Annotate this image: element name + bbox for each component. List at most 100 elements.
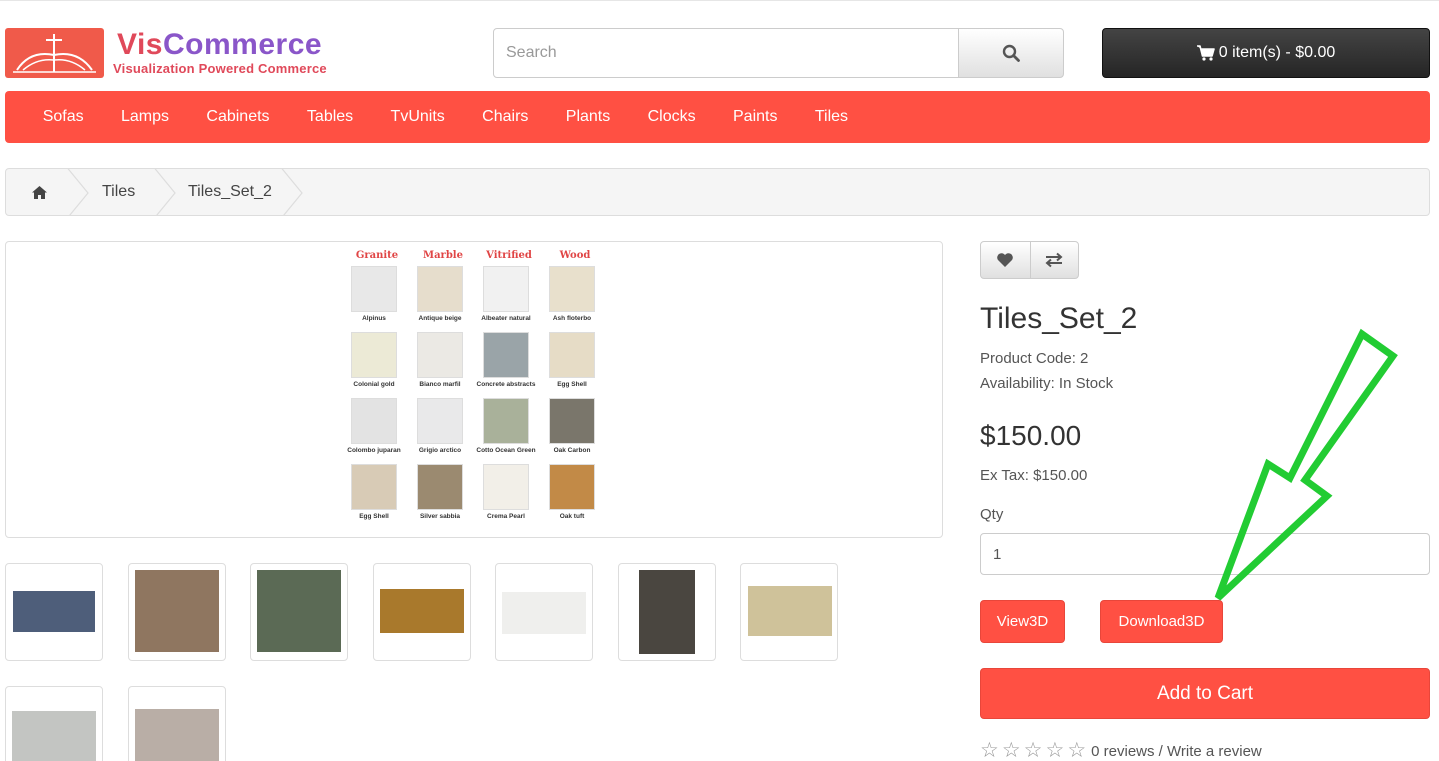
- tile-column-header: Wood: [559, 250, 591, 261]
- tile-swatch-label: Ash floterbo: [552, 315, 592, 322]
- tile-swatch: [549, 398, 595, 444]
- download3d-button[interactable]: Download3D: [1100, 600, 1223, 643]
- tile-swatch-label: Crema Pearl: [487, 513, 525, 520]
- site-logo[interactable]: VisCommerce Visualization Powered Commer…: [5, 28, 335, 78]
- tile-swatch-label: Cotto Ocean Green: [476, 447, 536, 454]
- logo-title-part1: Vis: [117, 28, 163, 61]
- search-button[interactable]: [958, 28, 1064, 78]
- tile-column-header: Vitrified: [486, 250, 532, 261]
- thumbnail[interactable]: [495, 563, 593, 661]
- compare-button[interactable]: [1029, 242, 1079, 278]
- tile-swatch: [417, 332, 463, 378]
- thumbnail-image: [502, 592, 586, 634]
- thumbnail[interactable]: [618, 563, 716, 661]
- tile-swatch-label: Egg Shell: [359, 513, 389, 520]
- cart-button[interactable]: 0 item(s) - $0.00: [1102, 28, 1430, 78]
- tile-swatch-label: Albeater natural: [481, 315, 531, 322]
- tile-swatch-label: Concrete abstracts: [476, 381, 536, 388]
- thumbnail-image: [639, 570, 695, 654]
- thumbnail-image: [380, 589, 464, 633]
- menu-item-chairs[interactable]: Chairs: [463, 108, 547, 126]
- tile-swatch: [417, 266, 463, 312]
- add-to-wishlist-button[interactable]: [981, 242, 1030, 278]
- thumbnail[interactable]: [373, 563, 471, 661]
- product-ex-tax: Ex Tax: $150.00: [980, 467, 1088, 484]
- product-title: Tiles_Set_2: [980, 302, 1138, 335]
- tile-swatch-label: Antique beige: [418, 315, 462, 322]
- logo-emblem: [5, 28, 104, 78]
- thumbnail-image: [748, 586, 832, 636]
- tile-swatch: [483, 332, 529, 378]
- main-product-image[interactable]: Granite Marble Vitrified Wood Alpinus Antique…: [5, 241, 943, 538]
- thumbnail[interactable]: [128, 563, 226, 661]
- annotation-arrow-icon: [1214, 328, 1398, 601]
- tile-swatch: [483, 266, 529, 312]
- tile-swatch-label: Colombo juparan: [347, 447, 401, 454]
- menu-item-plants[interactable]: Plants: [547, 108, 629, 126]
- star-icon: ☆: [1067, 739, 1087, 761]
- breadcrumb-item-current[interactable]: Tiles_Set_2: [188, 169, 272, 215]
- tile-swatch-label: Silver sabbia: [419, 513, 461, 520]
- tile-swatch-label: Alpinus: [362, 315, 386, 322]
- thumbnail[interactable]: [250, 563, 348, 661]
- logo-title-part2: Commerce: [163, 28, 323, 61]
- top-border: [0, 0, 1439, 3]
- add-to-cart-button[interactable]: Add to Cart: [980, 668, 1430, 719]
- breadcrumb-item-tiles[interactable]: Tiles: [102, 169, 135, 215]
- tile-swatch-label: Bianco marfil: [419, 381, 461, 388]
- product-rating: ☆ ☆ ☆ ☆ ☆ 0 reviews / Write a review: [980, 739, 1262, 761]
- product-availability: Availability: In Stock: [980, 375, 1114, 392]
- wishlist-compare-group: [980, 241, 1079, 279]
- tile-column-header: Marble: [423, 250, 463, 261]
- star-icon: ☆: [980, 739, 999, 761]
- category-menu: Sofas Lamps Cabinets Tables TvUnits Chai…: [5, 91, 1430, 143]
- menu-item-clocks[interactable]: Clocks: [629, 108, 714, 126]
- tile-swatch: [351, 464, 397, 510]
- qty-label: Qty: [980, 506, 1004, 523]
- cart-label: 0 item(s) - $0.00: [1218, 44, 1336, 61]
- tile-swatch-label: Oak tuft: [559, 513, 585, 520]
- tile-swatch: [549, 464, 595, 510]
- thumbnail-image: [12, 711, 96, 761]
- menu-item-sofas[interactable]: Sofas: [24, 108, 102, 126]
- menu-item-paints[interactable]: Paints: [714, 108, 796, 126]
- thumbnail-image: [135, 570, 219, 652]
- heart-icon: [997, 253, 1014, 267]
- tile-swatch-label: Egg Shell: [557, 381, 587, 388]
- thumbnail-image: [13, 591, 95, 632]
- menu-item-tiles[interactable]: Tiles: [796, 108, 867, 126]
- exchange-icon: [1045, 252, 1063, 268]
- star-icon: ☆: [1023, 739, 1043, 761]
- tile-swatch-label: Colonial gold: [353, 381, 395, 388]
- product-price: $150.00: [980, 420, 1082, 451]
- thumbnail-image: [257, 570, 341, 652]
- tile-swatch: [417, 464, 463, 510]
- menu-item-tvunits[interactable]: TvUnits: [372, 108, 464, 126]
- thumbnail[interactable]: [740, 563, 838, 661]
- search-icon: [1002, 44, 1020, 62]
- menu-item-tables[interactable]: Tables: [288, 108, 372, 126]
- tile-swatch: [483, 464, 529, 510]
- search-input[interactable]: [493, 28, 959, 78]
- breadcrumb: Tiles Tiles_Set_2: [5, 168, 1430, 216]
- thumbnail[interactable]: [5, 686, 103, 761]
- breadcrumb-separator: [281, 169, 303, 215]
- shopping-cart-icon: [1196, 45, 1215, 61]
- menu-item-cabinets[interactable]: Cabinets: [188, 108, 289, 126]
- tile-swatch: [549, 266, 595, 312]
- breadcrumb-separator: [154, 169, 176, 215]
- view3d-button[interactable]: View3D: [980, 600, 1065, 643]
- tile-column-header: Granite: [355, 250, 399, 261]
- thumbnail[interactable]: [128, 686, 226, 761]
- tile-swatch-label: Oak Carbon: [553, 447, 591, 454]
- star-icon: ☆: [1001, 739, 1021, 761]
- home-icon: [32, 185, 47, 199]
- reviews-link[interactable]: 0 reviews / Write a review: [1091, 743, 1262, 760]
- product-code: Product Code: 2: [980, 350, 1089, 367]
- tile-swatch: [351, 332, 397, 378]
- logo-title: VisCommerce: [117, 28, 322, 62]
- thumbnail[interactable]: [5, 563, 103, 661]
- breadcrumb-home[interactable]: [31, 169, 48, 215]
- qty-input[interactable]: [980, 533, 1430, 575]
- menu-item-lamps[interactable]: Lamps: [102, 108, 187, 126]
